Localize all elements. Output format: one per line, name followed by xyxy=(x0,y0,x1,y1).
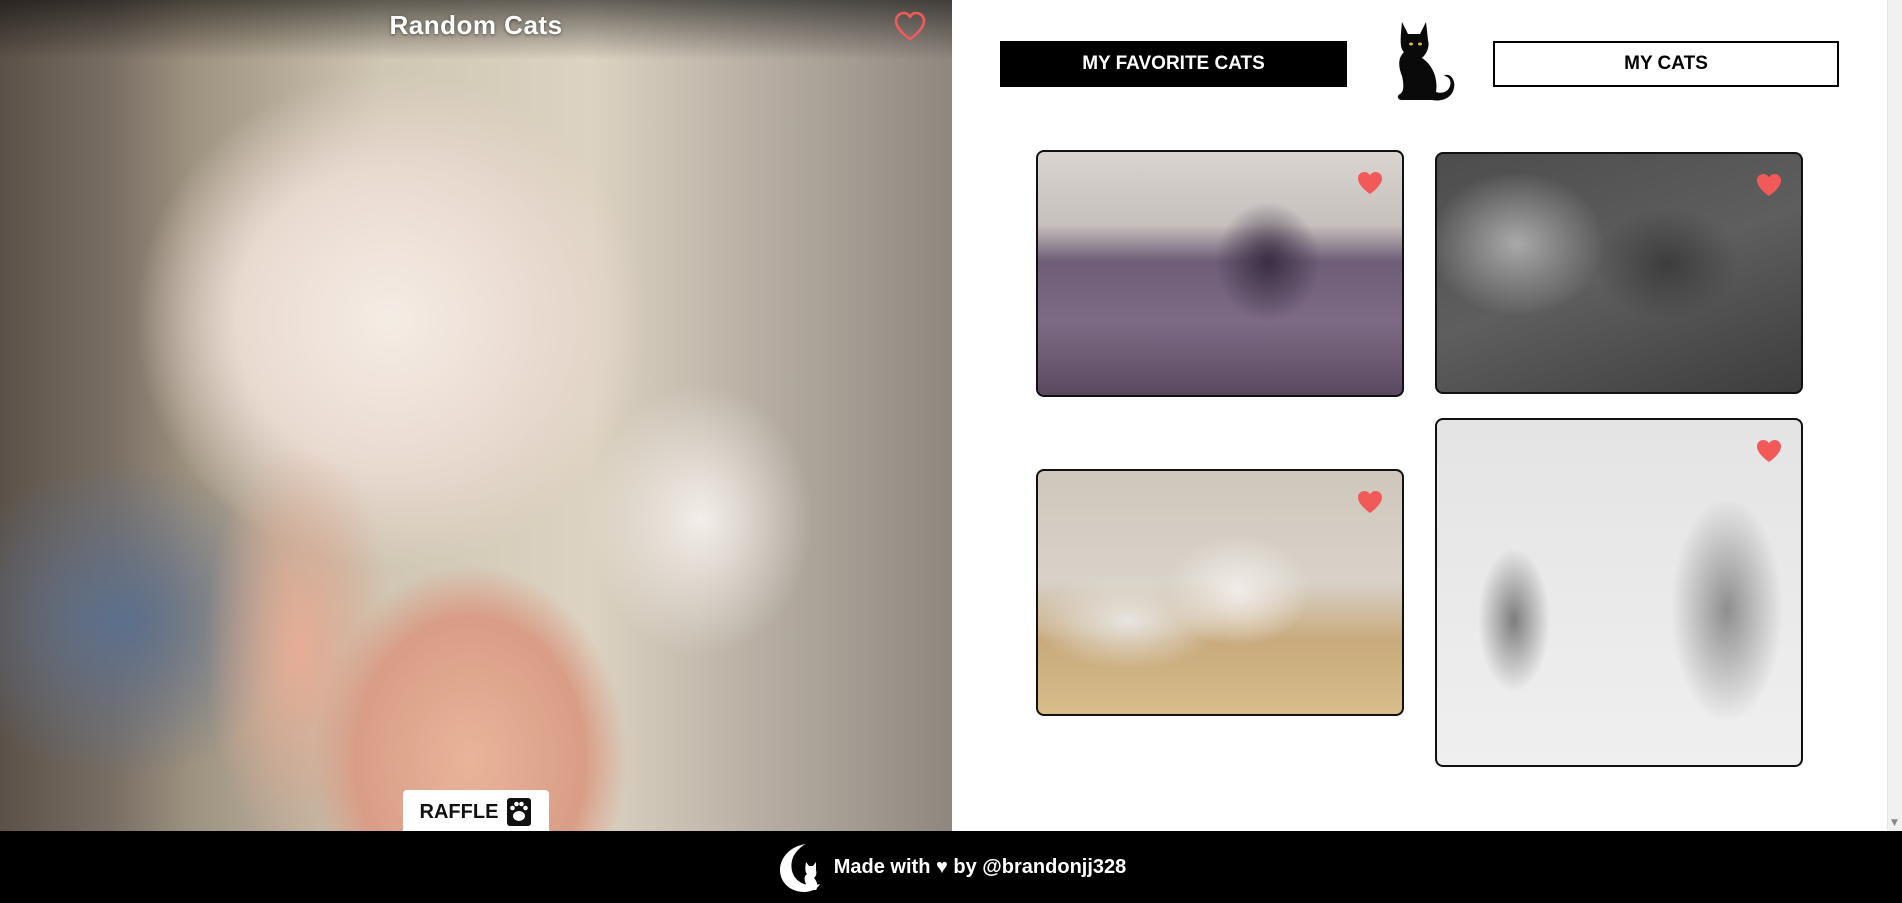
page-title: Random Cats xyxy=(389,10,563,40)
my-cats-button[interactable]: MY CATS xyxy=(1493,41,1839,87)
cat-card[interactable] xyxy=(1036,150,1404,397)
cat-card[interactable] xyxy=(1036,469,1404,716)
heart-outline-icon[interactable] xyxy=(893,10,927,42)
heart-filled-icon[interactable] xyxy=(1755,172,1783,198)
heart-filled-icon[interactable] xyxy=(1755,438,1783,464)
hero-cat-image: Random Cats RAFFLE xyxy=(0,0,952,831)
footer: Made with ♥ by @brandonjj328 xyxy=(0,831,1902,903)
cat-card[interactable] xyxy=(1435,418,1803,767)
scroll-down-arrow-icon[interactable]: ▼ xyxy=(1891,818,1898,828)
moon-cat-icon xyxy=(779,844,820,892)
raffle-label: RAFFLE xyxy=(419,800,499,823)
cat-silhouette-icon[interactable] xyxy=(1382,18,1456,104)
heart-filled-icon[interactable] xyxy=(1356,489,1384,515)
heart-filled-icon[interactable] xyxy=(1356,170,1384,196)
my-favorite-cats-button[interactable]: MY FAVORITE CATS xyxy=(1000,41,1347,87)
cat-card[interactable] xyxy=(1435,152,1803,394)
footer-credit: Made with ♥ by @brandonjj328 xyxy=(833,855,1127,878)
paw-icon xyxy=(507,798,532,826)
vertical-scrollbar[interactable] xyxy=(1887,0,1902,831)
raffle-button[interactable]: RAFFLE xyxy=(403,790,549,831)
